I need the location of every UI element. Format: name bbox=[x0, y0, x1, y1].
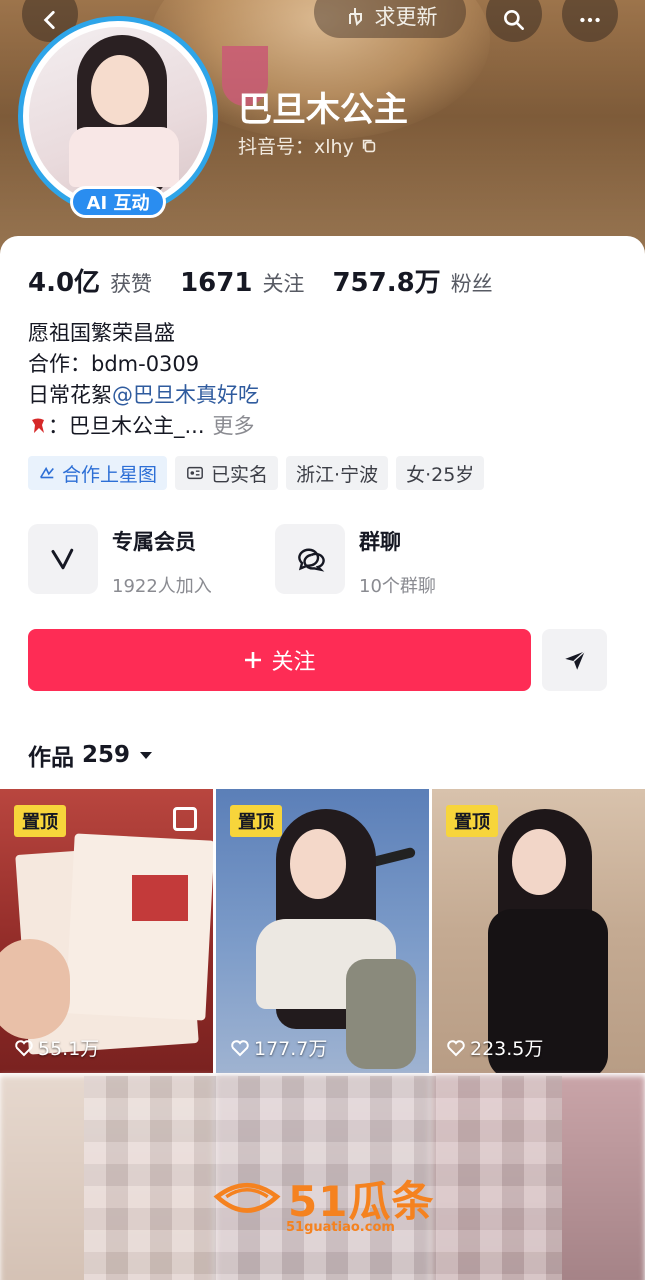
group-subtitle: 10个群聊 bbox=[359, 576, 436, 597]
tile-likes-count: 223.5万 bbox=[470, 1038, 544, 1060]
heart-icon bbox=[447, 1039, 465, 1056]
request-update-button[interactable]: 求更新 bbox=[314, 0, 466, 38]
chat-bubble-icon bbox=[298, 548, 325, 572]
member-title: 专属会员 bbox=[112, 530, 196, 554]
search-icon bbox=[504, 10, 524, 30]
location-tag[interactable]: 浙江·宁波 bbox=[286, 456, 389, 490]
pinned-badge: 置顶 bbox=[446, 805, 498, 837]
member-subtitle: 1922人加入 bbox=[112, 576, 212, 597]
request-update-label: 求更新 bbox=[374, 5, 438, 29]
bio-line-4: ：巴旦木公主_... 更多 bbox=[28, 411, 259, 442]
likes-label: 获赞 bbox=[110, 272, 153, 296]
profile-tags: 合作上星图 已实名 浙江·宁波 女·25岁 bbox=[28, 456, 485, 490]
pinned-badge: 置顶 bbox=[230, 805, 282, 837]
more-icon bbox=[580, 17, 600, 23]
video-tile[interactable]: 置顶 55.1万 bbox=[0, 789, 213, 1073]
plus-icon bbox=[245, 652, 262, 668]
watermark: 51瓜条 51guatiao.com bbox=[212, 1168, 434, 1235]
share-button[interactable] bbox=[542, 629, 607, 691]
tile-likes: 55.1万 bbox=[14, 1034, 99, 1061]
follow-label: 关注 bbox=[271, 650, 316, 675]
hand-icon bbox=[348, 8, 362, 27]
bio-line-3-prefix: 日常花絮 bbox=[28, 383, 112, 407]
follow-button[interactable]: 关注 bbox=[28, 629, 531, 691]
works-count: 259 bbox=[82, 742, 131, 768]
star-map-label: 合作上星图 bbox=[62, 463, 158, 486]
tile-likes-count: 177.7万 bbox=[254, 1038, 328, 1060]
douyin-id[interactable]: 抖音号：xlhy bbox=[238, 132, 378, 159]
following-count[interactable]: 1671 bbox=[180, 268, 252, 298]
tile-likes: 223.5万 bbox=[446, 1034, 543, 1061]
bio-line-4-text: ：巴旦木公主_... bbox=[48, 414, 205, 438]
ai-interact-badge[interactable]: AI 互动 bbox=[70, 186, 166, 218]
verified-tag[interactable]: 已实名 bbox=[175, 456, 279, 490]
red-scarf-icon bbox=[32, 418, 44, 433]
star-map-icon bbox=[40, 466, 54, 479]
works-tab[interactable]: 作品 259 bbox=[28, 738, 154, 772]
pinned-badge: 置顶 bbox=[14, 805, 66, 837]
heart-icon bbox=[231, 1039, 249, 1056]
caret-down-icon bbox=[140, 752, 153, 759]
watermark-melon-icon bbox=[213, 1182, 281, 1213]
followers-label[interactable]: 粉丝 bbox=[451, 268, 493, 298]
back-icon bbox=[43, 11, 55, 29]
following-label[interactable]: 关注 bbox=[262, 268, 304, 298]
tile-likes-count: 55.1万 bbox=[38, 1038, 100, 1060]
bio-line-3: 日常花絮@巴旦木真好吃 bbox=[28, 380, 259, 411]
douyin-id-text: 抖音号：xlhy bbox=[238, 136, 354, 158]
tile-likes: 177.7万 bbox=[230, 1034, 327, 1061]
id-card-icon bbox=[187, 466, 203, 480]
bio-line-1: 愿祖国繁荣昌盛 bbox=[28, 321, 175, 345]
bio-more-link[interactable]: 更多 bbox=[213, 414, 255, 438]
profile-nickname: 巴旦木公主 bbox=[238, 90, 408, 130]
video-tile[interactable]: 置顶 223.5万 bbox=[432, 789, 645, 1073]
mention-link[interactable]: @巴旦木真好吃 bbox=[112, 383, 259, 407]
likes-count: 4.0亿 bbox=[28, 268, 101, 298]
gender-age-tag: 女·25岁 bbox=[396, 456, 485, 490]
star-map-tag[interactable]: 合作上星图 bbox=[28, 456, 168, 490]
watermark-url: 51guatiao.com bbox=[286, 1220, 395, 1235]
vip-v-icon bbox=[51, 548, 74, 570]
copy-icon bbox=[362, 139, 376, 152]
verified-label: 已实名 bbox=[211, 463, 269, 486]
works-label: 作品 bbox=[28, 745, 74, 771]
exclusive-member-entry[interactable]: 专属会员 1922人加入 bbox=[28, 524, 212, 598]
group-title: 群聊 bbox=[359, 530, 401, 554]
heart-icon bbox=[15, 1039, 33, 1056]
followers-count[interactable]: 757.8万 bbox=[332, 262, 440, 299]
share-send-icon bbox=[564, 650, 585, 670]
video-tile[interactable]: 置顶 177.7万 bbox=[216, 789, 429, 1073]
multi-image-icon bbox=[173, 807, 197, 831]
stats-row: 4.0亿 获赞 1671 关注 757.8万 粉丝 bbox=[28, 262, 511, 299]
profile-bio: 愿祖国繁荣昌盛 合作：bdm-0309 日常花絮@巴旦木真好吃 ：巴旦木公主_.… bbox=[28, 318, 259, 442]
bio-line-2: 合作：bdm-0309 bbox=[28, 352, 200, 376]
group-chat-entry[interactable]: 群聊 10个群聊 bbox=[275, 524, 436, 598]
